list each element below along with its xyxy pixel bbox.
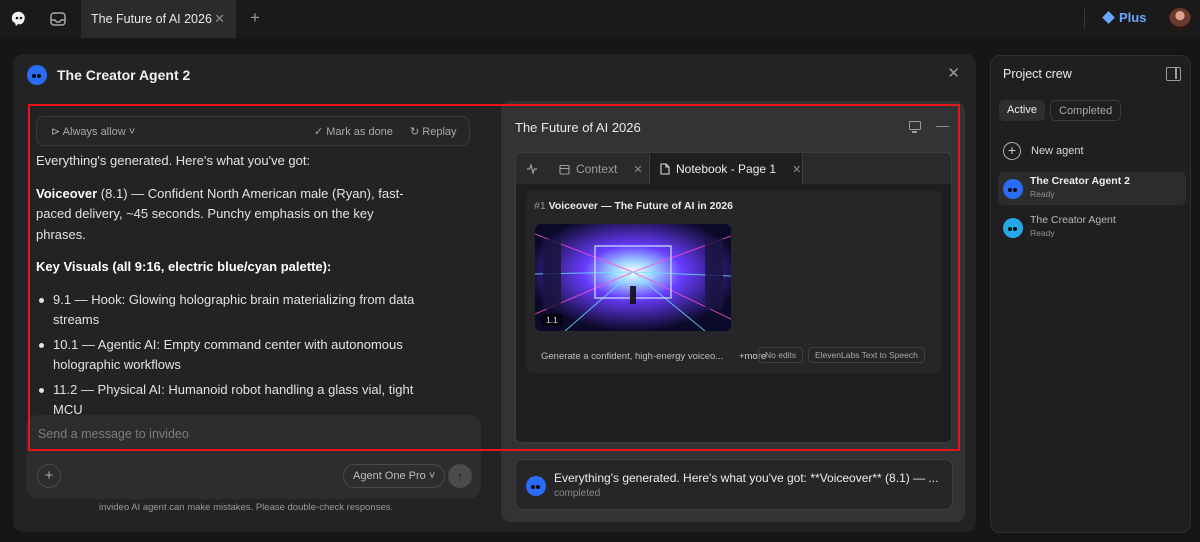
preview-title: The Future of AI 2026 xyxy=(515,120,641,135)
mark-as-done-button[interactable]: ✓ Mark as done xyxy=(314,125,393,138)
list-item: 9.1 — Hook: Glowing holographic brain ma… xyxy=(36,290,426,331)
diamond-icon xyxy=(1102,11,1115,24)
top-bar: The Future of AI 2026 ✕ + Plus xyxy=(0,0,1200,38)
panel-title: The Creator Agent 2 xyxy=(57,67,191,83)
panel-header: The Creator Agent 2 xyxy=(27,65,190,85)
edits-badge: No edits xyxy=(758,347,804,363)
tab-context[interactable]: Context ✕ xyxy=(549,153,649,185)
send-button[interactable]: ↑ xyxy=(448,464,472,488)
plus-plan-button[interactable]: Plus xyxy=(1102,10,1147,25)
tab-completed[interactable]: Completed xyxy=(1050,100,1122,121)
calendar-icon xyxy=(559,164,570,175)
message-input[interactable]: Send a message to invideo xyxy=(38,427,189,441)
inbox-icon[interactable] xyxy=(48,9,68,29)
replay-button[interactable]: ↻ Replay xyxy=(410,125,457,138)
project-crew-panel: Project crew Active Completed + New agen… xyxy=(990,55,1191,533)
voiceover-card[interactable]: #1 Voiceover — The Future of AI in 2026 xyxy=(526,190,941,373)
notebook-body: #1 Voiceover — The Future of AI in 2026 xyxy=(515,184,952,443)
crew-item-name: The Creator Agent xyxy=(1030,214,1116,226)
tab-context-label: Context xyxy=(576,162,618,176)
agent-icon xyxy=(1003,179,1023,199)
status-text: Everything's generated. Here's what you'… xyxy=(554,471,939,485)
plus-icon: + xyxy=(1003,142,1021,160)
monitor-icon[interactable] xyxy=(909,121,921,133)
close-tab-icon[interactable]: ✕ xyxy=(214,11,225,27)
tab-the-future-of-ai-2026[interactable]: The Future of AI 2026 ✕ xyxy=(81,0,236,38)
divider xyxy=(1084,9,1085,29)
card-title: #1 Voiceover — The Future of AI in 2026 xyxy=(534,200,733,212)
crew-item-status: Ready xyxy=(1030,189,1055,199)
voiceover-label: Voiceover xyxy=(36,185,98,201)
crew-item-status: Ready xyxy=(1030,228,1055,238)
agent-icon xyxy=(526,476,546,496)
list-item: 10.1 — Agentic AI: Empty command center … xyxy=(36,335,426,376)
key-visuals-heading: Key Visuals (all 9:16, electric blue/cya… xyxy=(36,257,426,278)
tab-activity[interactable] xyxy=(516,153,548,185)
crew-title: Project crew xyxy=(1003,67,1072,81)
message-composer: Send a message to invideo + Agent One Pr… xyxy=(26,415,481,499)
key-visuals-heading-text: Key Visuals (all 9:16, electric blue/cya… xyxy=(36,259,332,274)
status-label: completed xyxy=(554,488,601,499)
agent-message: Everything's generated. Here's what you'… xyxy=(36,151,426,425)
app-logo-icon[interactable] xyxy=(8,9,28,29)
message-intro: Everything's generated. Here's what you'… xyxy=(36,153,311,168)
minimize-icon[interactable]: — xyxy=(936,118,949,133)
close-tab-icon[interactable]: ✕ xyxy=(633,163,642,176)
card-title-text: Voiceover — The Future of AI in 2026 xyxy=(548,200,733,212)
prompt-text: Generate a confident, high-energy voiceo… xyxy=(541,351,724,362)
document-icon xyxy=(660,163,670,175)
video-thumbnail[interactable]: 1.1 xyxy=(535,224,731,331)
crew-item-creator-agent[interactable]: The Creator Agent Ready xyxy=(998,211,1186,244)
plan-label: Plus xyxy=(1119,10,1147,25)
user-avatar[interactable] xyxy=(1169,8,1191,30)
crew-item-name: The Creator Agent 2 xyxy=(1030,175,1130,187)
new-tab-icon[interactable]: + xyxy=(250,8,260,28)
tab-active[interactable]: Active xyxy=(999,100,1045,121)
add-attachment-button[interactable]: + xyxy=(37,464,61,488)
disclaimer-text: invideo AI agent can make mistakes. Plea… xyxy=(99,502,394,513)
activity-icon xyxy=(527,163,537,175)
close-panel-icon[interactable]: ✕ xyxy=(947,64,960,82)
close-tab-icon[interactable]: ✕ xyxy=(792,163,801,176)
agent-icon xyxy=(1003,218,1023,238)
preview-tabs: Context ✕ Notebook - Page 1 ✕ xyxy=(515,152,952,185)
message-toolbar: ⊳ Always allow ˅ ✓ Mark as done ↻ Replay xyxy=(36,116,470,146)
status-card[interactable]: Everything's generated. Here's what you'… xyxy=(515,459,953,510)
model-selector[interactable]: Agent One Pro ˅ xyxy=(343,464,446,488)
crew-item-creator-agent-2[interactable]: The Creator Agent 2 Ready xyxy=(998,172,1186,205)
thumbnail-badge: 1.1 xyxy=(541,314,563,326)
always-allow-dropdown[interactable]: ⊳ Always allow ˅ xyxy=(51,125,135,138)
tool-badge: ElevenLabs Text to Speech xyxy=(808,347,925,363)
visuals-list: 9.1 — Hook: Glowing holographic brain ma… xyxy=(36,290,426,421)
tab-notebook-page-1[interactable]: Notebook - Page 1 ✕ xyxy=(649,153,803,185)
tab-notebook-label: Notebook - Page 1 xyxy=(676,162,777,176)
card-number: #1 xyxy=(534,200,546,212)
new-agent-label: New agent xyxy=(1031,145,1084,157)
sidebar-toggle-icon[interactable] xyxy=(1166,67,1181,81)
agent-icon xyxy=(27,65,47,85)
new-agent-button[interactable]: + New agent xyxy=(1003,142,1084,160)
thumbnail-image xyxy=(535,224,731,331)
voiceover-paragraph: Voiceover (8.1) — Confident North Americ… xyxy=(36,184,426,246)
tab-title: The Future of AI 2026 xyxy=(91,12,212,26)
